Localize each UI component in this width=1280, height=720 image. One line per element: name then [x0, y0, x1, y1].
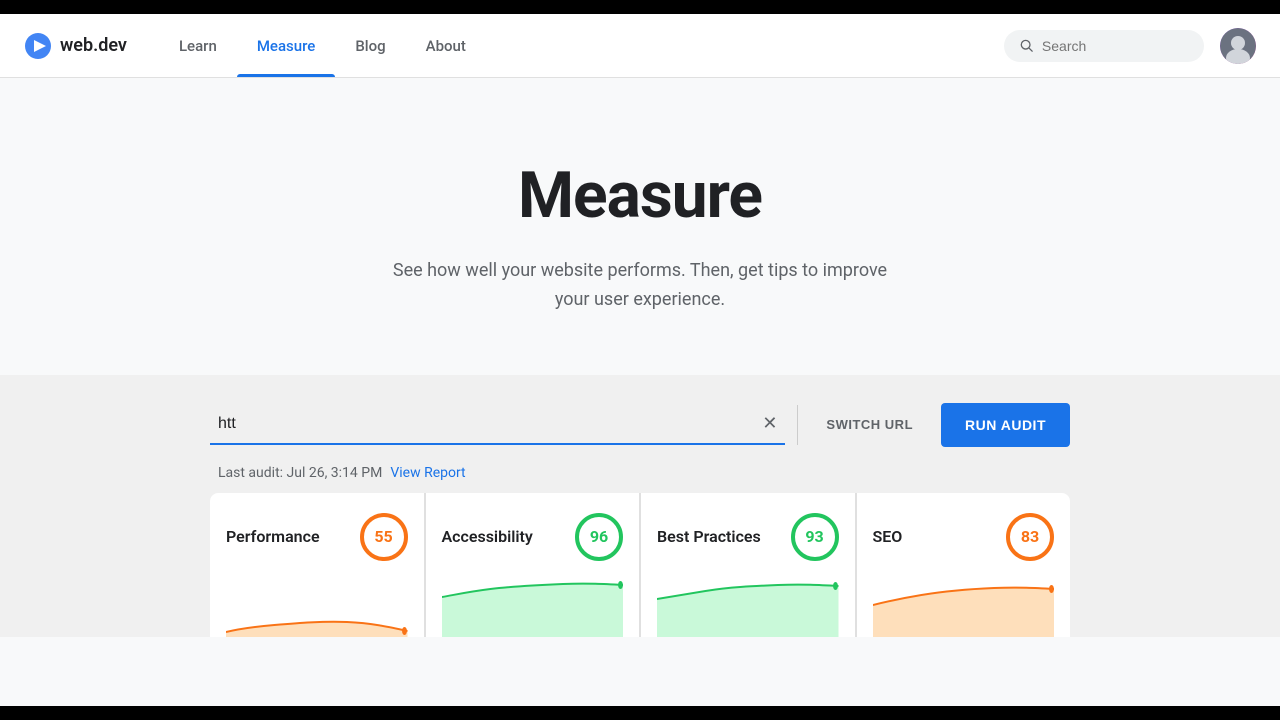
logo[interactable]: web.dev [24, 32, 127, 60]
avatar[interactable] [1220, 28, 1256, 64]
nav-item-blog[interactable]: Blog [335, 14, 405, 77]
chart-svg [442, 577, 624, 637]
nav-item-learn[interactable]: Learn [159, 14, 237, 77]
score-cards: Performance 55 Accessibility 96 [210, 493, 1070, 637]
header: web.dev Learn Measure Blog About [0, 14, 1280, 78]
divider [797, 405, 798, 445]
score-badge: 93 [791, 513, 839, 561]
score-card-title: Best Practices [657, 527, 761, 546]
audit-input-row: ✕ SWITCH URL RUN AUDIT [210, 395, 1070, 455]
bottom-bar [0, 706, 1280, 720]
top-bar [0, 0, 1280, 14]
score-card-header: SEO 83 [873, 513, 1055, 561]
score-badge: 55 [360, 513, 408, 561]
search-icon [1020, 38, 1034, 54]
score-chart [873, 577, 1055, 637]
hero-subtitle: See how well your website performs. Then… [390, 257, 890, 315]
score-card-header: Accessibility 96 [442, 513, 624, 561]
nav: Learn Measure Blog About [159, 14, 1004, 77]
score-chart [226, 577, 408, 637]
search-input[interactable] [1042, 38, 1188, 54]
score-card-header: Performance 55 [226, 513, 408, 561]
audit-section: ✕ SWITCH URL RUN AUDIT Last audit: Jul 2… [0, 375, 1280, 637]
score-chart [442, 577, 624, 637]
score-badge: 83 [1006, 513, 1054, 561]
last-audit-text: Last audit: Jul 26, 3:14 PM [218, 465, 382, 481]
score-badge: 96 [575, 513, 623, 561]
score-card-title: Performance [226, 527, 320, 546]
nav-item-about[interactable]: About [406, 14, 486, 77]
chart-svg [226, 577, 408, 637]
last-audit-row: Last audit: Jul 26, 3:14 PM View Report [210, 455, 1070, 493]
url-clear-button[interactable]: ✕ [762, 415, 777, 433]
chart-svg [657, 577, 839, 637]
search-box[interactable] [1004, 30, 1204, 62]
run-audit-button[interactable]: RUN AUDIT [941, 403, 1070, 447]
logo-icon [24, 32, 52, 60]
header-right [1004, 28, 1256, 64]
score-card-title: SEO [873, 527, 903, 546]
switch-url-button[interactable]: SWITCH URL [810, 407, 929, 442]
url-input[interactable] [210, 405, 785, 443]
score-card-header: Best Practices 93 [657, 513, 839, 561]
hero-title: Measure [24, 158, 1256, 233]
view-report-link[interactable]: View Report [390, 465, 465, 481]
hero-section: Measure See how well your website perfor… [0, 78, 1280, 375]
score-card-performance: Performance 55 [210, 493, 424, 637]
score-chart [657, 577, 839, 637]
url-input-wrapper: ✕ [210, 405, 785, 445]
chart-svg [873, 577, 1055, 637]
logo-text: web.dev [60, 35, 127, 56]
score-card-title: Accessibility [442, 527, 533, 546]
score-card-accessibility: Accessibility 96 [426, 493, 640, 637]
score-card-seo: SEO 83 [857, 493, 1071, 637]
score-card-best-practices: Best Practices 93 [641, 493, 855, 637]
nav-item-measure[interactable]: Measure [237, 14, 336, 77]
